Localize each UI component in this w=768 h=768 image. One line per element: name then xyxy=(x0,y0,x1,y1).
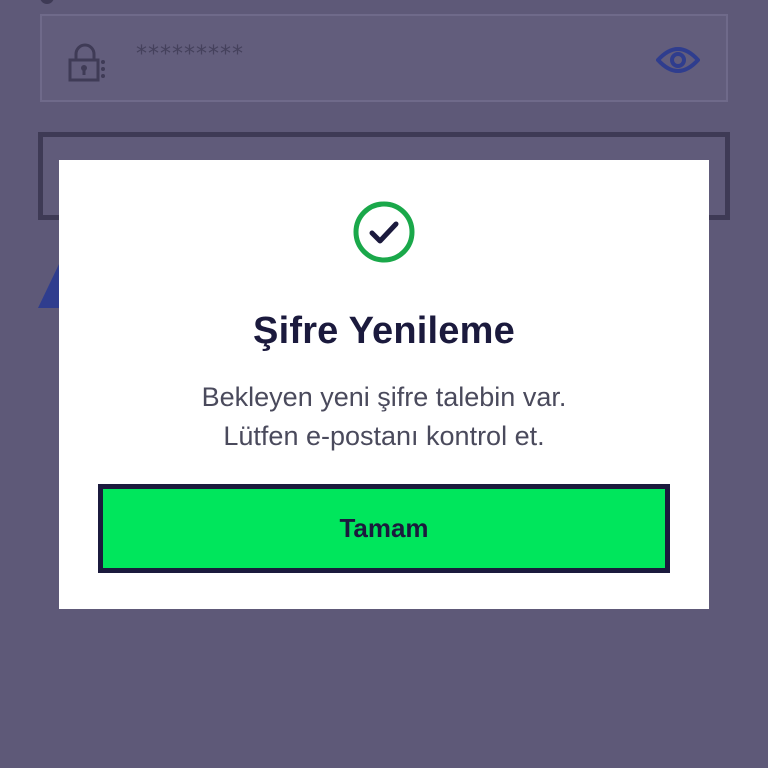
ok-button[interactable]: Tamam xyxy=(98,484,670,573)
decorative-arc xyxy=(40,0,54,4)
dialog-message-line-1: Bekleyen yeni şifre talebin var. xyxy=(201,382,567,412)
eye-icon[interactable] xyxy=(655,42,701,78)
check-circle-icon xyxy=(352,200,416,264)
password-reset-dialog: Şifre Yenileme Bekleyen yeni şifre taleb… xyxy=(59,160,709,609)
dialog-title: Şifre Yenileme xyxy=(253,310,515,352)
password-value: ********* xyxy=(136,42,244,67)
lock-icon xyxy=(64,40,108,84)
password-field[interactable]: ********* xyxy=(40,14,728,102)
dialog-message: Bekleyen yeni şifre talebin var. Lütfen … xyxy=(59,378,709,456)
dialog-message-line-2: Lütfen e-postanı kontrol et. xyxy=(223,421,545,451)
